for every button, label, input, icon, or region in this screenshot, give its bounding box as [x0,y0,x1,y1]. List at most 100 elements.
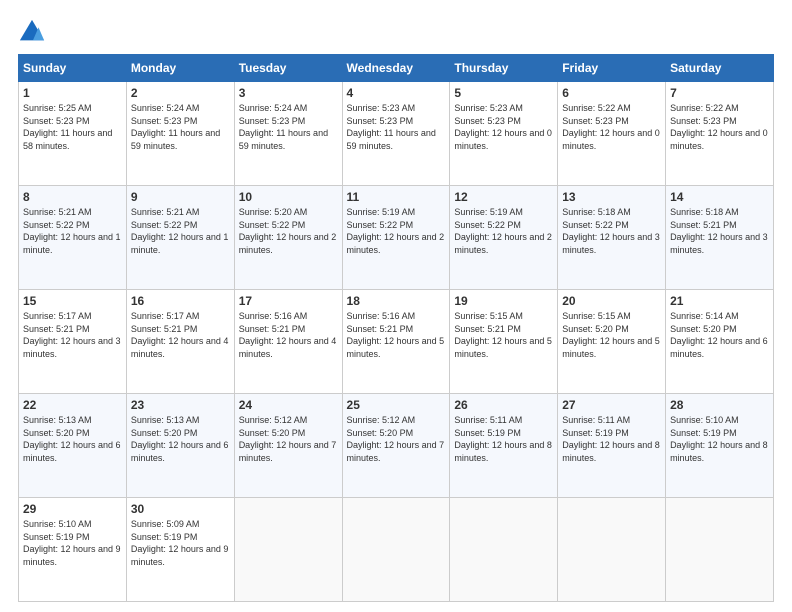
day-number: 19 [454,294,553,308]
day-number: 4 [347,86,446,100]
day-cell: 25 Sunrise: 5:12 AMSunset: 5:20 PMDayligh… [342,394,450,498]
day-number: 7 [670,86,769,100]
day-info: Sunrise: 5:21 AMSunset: 5:22 PMDaylight:… [23,206,122,256]
day-number: 18 [347,294,446,308]
day-info: Sunrise: 5:17 AMSunset: 5:21 PMDaylight:… [23,310,122,360]
header-row: SundayMondayTuesdayWednesdayThursdayFrid… [19,55,774,82]
day-cell: 12Sunrise: 5:19 AMSunset: 5:22 PMDayligh… [450,186,558,290]
day-cell: 14 Sunrise: 5:18 AMSunset: 5:21 PMDayligh… [666,186,774,290]
calendar-body: 1 Sunrise: 5:25 AMSunset: 5:23 PMDaylight… [19,82,774,602]
day-cell: 22 Sunrise: 5:13 AMSunset: 5:20 PMDayligh… [19,394,127,498]
day-number: 8 [23,190,122,204]
day-info: Sunrise: 5:23 AMSunset: 5:23 PMDaylight:… [347,102,446,152]
day-cell: 8 Sunrise: 5:21 AMSunset: 5:22 PMDaylight… [19,186,127,290]
day-cell: 18Sunrise: 5:16 AMSunset: 5:21 PMDayligh… [342,290,450,394]
day-info: Sunrise: 5:20 AMSunset: 5:22 PMDaylight:… [239,206,338,256]
logo-icon [18,18,46,46]
day-number: 30 [131,502,230,516]
day-cell [342,498,450,602]
day-cell: 29 Sunrise: 5:10 AMSunset: 5:19 PMDayligh… [19,498,127,602]
day-info: Sunrise: 5:11 AMSunset: 5:19 PMDaylight:… [454,414,553,464]
day-cell: 4 Sunrise: 5:23 AMSunset: 5:23 PMDaylight… [342,82,450,186]
day-number: 25 [347,398,446,412]
day-cell: 21Sunrise: 5:14 AMSunset: 5:20 PMDayligh… [666,290,774,394]
day-cell: 1 Sunrise: 5:25 AMSunset: 5:23 PMDaylight… [19,82,127,186]
day-number: 15 [23,294,122,308]
day-cell: 19 Sunrise: 5:15 AMSunset: 5:21 PMDayligh… [450,290,558,394]
day-number: 16 [131,294,230,308]
page: SundayMondayTuesdayWednesdayThursdayFrid… [0,0,792,612]
day-info: Sunrise: 5:19 AMSunset: 5:22 PMDaylight:… [347,206,446,256]
day-number: 5 [454,86,553,100]
day-cell: 28 Sunrise: 5:10 AMSunset: 5:19 PMDayligh… [666,394,774,498]
day-cell: 23 Sunrise: 5:13 AMSunset: 5:20 PMDayligh… [126,394,234,498]
week-row-5: 29 Sunrise: 5:10 AMSunset: 5:19 PMDayligh… [19,498,774,602]
day-info: Sunrise: 5:10 AMSunset: 5:19 PMDaylight:… [670,414,769,464]
day-cell: 24 Sunrise: 5:12 AMSunset: 5:20 PMDayligh… [234,394,342,498]
day-cell [558,498,666,602]
header-cell-monday: Monday [126,55,234,82]
day-info: Sunrise: 5:23 AMSunset: 5:23 PMDaylight:… [454,102,553,152]
day-number: 27 [562,398,661,412]
day-cell: 13 Sunrise: 5:18 AMSunset: 5:22 PMDayligh… [558,186,666,290]
day-number: 29 [23,502,122,516]
day-number: 14 [670,190,769,204]
day-cell [666,498,774,602]
day-info: Sunrise: 5:13 AMSunset: 5:20 PMDaylight:… [131,414,230,464]
day-info: Sunrise: 5:10 AMSunset: 5:19 PMDaylight:… [23,518,122,568]
day-number: 22 [23,398,122,412]
day-cell: 16Sunrise: 5:17 AMSunset: 5:21 PMDayligh… [126,290,234,394]
week-row-1: 1 Sunrise: 5:25 AMSunset: 5:23 PMDaylight… [19,82,774,186]
day-number: 6 [562,86,661,100]
day-number: 28 [670,398,769,412]
header-cell-tuesday: Tuesday [234,55,342,82]
day-info: Sunrise: 5:15 AMSunset: 5:20 PMDaylight:… [562,310,661,360]
day-info: Sunrise: 5:24 AMSunset: 5:23 PMDaylight:… [131,102,230,152]
day-info: Sunrise: 5:16 AMSunset: 5:21 PMDaylight:… [239,310,338,360]
day-info: Sunrise: 5:25 AMSunset: 5:23 PMDaylight:… [23,102,122,152]
day-number: 13 [562,190,661,204]
day-number: 26 [454,398,553,412]
day-info: Sunrise: 5:12 AMSunset: 5:20 PMDaylight:… [347,414,446,464]
day-info: Sunrise: 5:22 AMSunset: 5:23 PMDaylight:… [562,102,661,152]
day-info: Sunrise: 5:21 AMSunset: 5:22 PMDaylight:… [131,206,230,256]
day-info: Sunrise: 5:18 AMSunset: 5:21 PMDaylight:… [670,206,769,256]
day-number: 24 [239,398,338,412]
day-info: Sunrise: 5:13 AMSunset: 5:20 PMDaylight:… [23,414,122,464]
header [18,18,774,46]
day-number: 23 [131,398,230,412]
day-number: 10 [239,190,338,204]
header-cell-sunday: Sunday [19,55,127,82]
day-info: Sunrise: 5:19 AMSunset: 5:22 PMDaylight:… [454,206,553,256]
day-info: Sunrise: 5:15 AMSunset: 5:21 PMDaylight:… [454,310,553,360]
day-info: Sunrise: 5:12 AMSunset: 5:20 PMDaylight:… [239,414,338,464]
day-cell: 3Sunrise: 5:24 AMSunset: 5:23 PMDaylight… [234,82,342,186]
week-row-4: 22 Sunrise: 5:13 AMSunset: 5:20 PMDayligh… [19,394,774,498]
day-info: Sunrise: 5:11 AMSunset: 5:19 PMDaylight:… [562,414,661,464]
day-number: 1 [23,86,122,100]
day-cell: 30Sunrise: 5:09 AMSunset: 5:19 PMDayligh… [126,498,234,602]
day-number: 11 [347,190,446,204]
day-cell [450,498,558,602]
logo [18,18,50,46]
day-cell: 9Sunrise: 5:21 AMSunset: 5:22 PMDaylight… [126,186,234,290]
day-cell: 20Sunrise: 5:15 AMSunset: 5:20 PMDayligh… [558,290,666,394]
day-cell: 17 Sunrise: 5:16 AMSunset: 5:21 PMDayligh… [234,290,342,394]
day-cell: 10 Sunrise: 5:20 AMSunset: 5:22 PMDayligh… [234,186,342,290]
day-number: 17 [239,294,338,308]
calendar-header: SundayMondayTuesdayWednesdayThursdayFrid… [19,55,774,82]
header-cell-thursday: Thursday [450,55,558,82]
calendar: SundayMondayTuesdayWednesdayThursdayFrid… [18,54,774,602]
day-cell: 26 Sunrise: 5:11 AMSunset: 5:19 PMDayligh… [450,394,558,498]
header-cell-wednesday: Wednesday [342,55,450,82]
header-cell-saturday: Saturday [666,55,774,82]
day-info: Sunrise: 5:18 AMSunset: 5:22 PMDaylight:… [562,206,661,256]
day-info: Sunrise: 5:22 AMSunset: 5:23 PMDaylight:… [670,102,769,152]
week-row-2: 8 Sunrise: 5:21 AMSunset: 5:22 PMDaylight… [19,186,774,290]
day-cell: 5 Sunrise: 5:23 AMSunset: 5:23 PMDaylight… [450,82,558,186]
day-cell: 6 Sunrise: 5:22 AMSunset: 5:23 PMDaylight… [558,82,666,186]
day-cell: 27 Sunrise: 5:11 AMSunset: 5:19 PMDayligh… [558,394,666,498]
day-info: Sunrise: 5:14 AMSunset: 5:20 PMDaylight:… [670,310,769,360]
day-info: Sunrise: 5:24 AMSunset: 5:23 PMDaylight:… [239,102,338,152]
day-cell: 15 Sunrise: 5:17 AMSunset: 5:21 PMDayligh… [19,290,127,394]
